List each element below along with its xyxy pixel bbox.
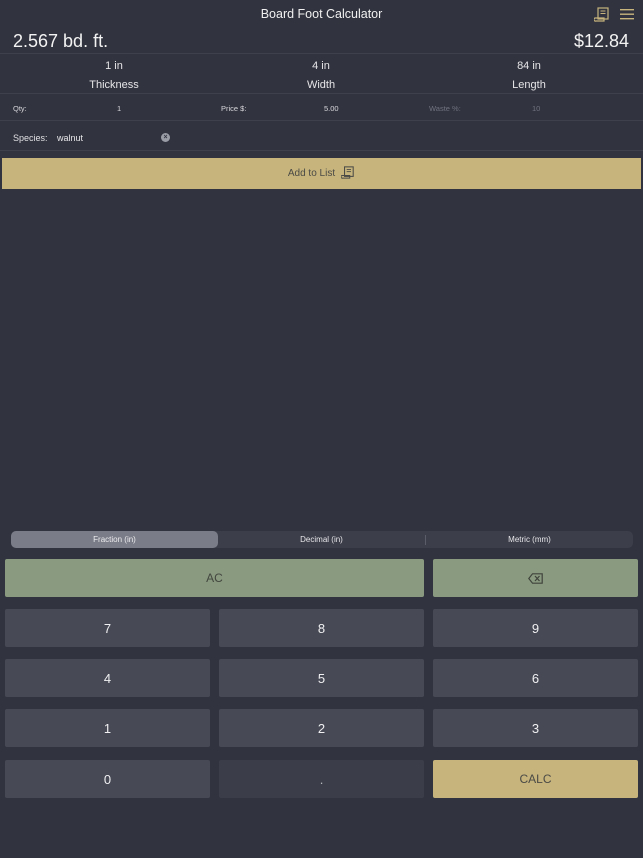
clear-icon[interactable]: ×: [161, 133, 170, 142]
key-1[interactable]: 1: [5, 709, 210, 747]
backspace-icon: [528, 572, 543, 584]
thickness-label: Thickness: [89, 79, 139, 91]
divider: [0, 150, 643, 151]
hamburger-menu-icon[interactable]: [619, 8, 635, 21]
key-8[interactable]: 8: [219, 609, 424, 647]
price-input[interactable]: 5.00: [324, 104, 339, 113]
width-label: Width: [306, 79, 336, 91]
divider: [0, 53, 643, 54]
add-to-list-button[interactable]: Add to List: [2, 158, 641, 189]
waste-input[interactable]: 10: [532, 104, 540, 113]
width-field[interactable]: 4 in Width: [214, 60, 428, 91]
width-value: 4 in: [312, 60, 330, 72]
key-7[interactable]: 7: [5, 609, 210, 647]
length-label: Length: [512, 79, 546, 91]
length-value: 84 in: [517, 60, 541, 72]
thickness-field[interactable]: 1 in Thickness: [7, 60, 221, 91]
add-to-list-label: Add to List: [287, 168, 336, 179]
tab-metric[interactable]: Metric (mm): [426, 531, 633, 548]
waste-label: Waste %:: [429, 104, 461, 113]
board-feet-result: 2.567 bd. ft.: [13, 31, 109, 51]
all-clear-button[interactable]: AC: [5, 559, 424, 597]
divider: [0, 93, 643, 94]
divider: [0, 120, 643, 121]
tab-decimal[interactable]: Decimal (in): [218, 531, 425, 548]
total-price-result: $12.84: [573, 31, 629, 51]
thickness-value: 1 in: [105, 60, 123, 72]
receipt-list-icon[interactable]: [593, 7, 610, 22]
key-0[interactable]: 0: [5, 760, 210, 798]
key-decimal-point[interactable]: .: [219, 760, 424, 798]
key-2[interactable]: 2: [219, 709, 424, 747]
calc-button[interactable]: CALC: [433, 760, 638, 798]
species-label: Species:: [13, 133, 48, 143]
backspace-button[interactable]: [433, 559, 638, 597]
units-segmented-control: Fraction (in) Decimal (in) Metric (mm): [11, 531, 633, 548]
page-title: Board Foot Calculator: [260, 7, 383, 21]
key-9[interactable]: 9: [433, 609, 638, 647]
length-field[interactable]: 84 in Length: [422, 60, 636, 91]
price-label: Price $:: [221, 104, 247, 113]
key-6[interactable]: 6: [433, 659, 638, 697]
qty-input[interactable]: 1: [117, 104, 121, 113]
key-3[interactable]: 3: [433, 709, 638, 747]
tab-fraction[interactable]: Fraction (in): [11, 531, 218, 548]
key-5[interactable]: 5: [219, 659, 424, 697]
receipt-list-icon: [340, 165, 355, 182]
key-4[interactable]: 4: [5, 659, 210, 697]
qty-label: Qty:: [13, 104, 27, 113]
species-input[interactable]: walnut: [57, 133, 83, 143]
